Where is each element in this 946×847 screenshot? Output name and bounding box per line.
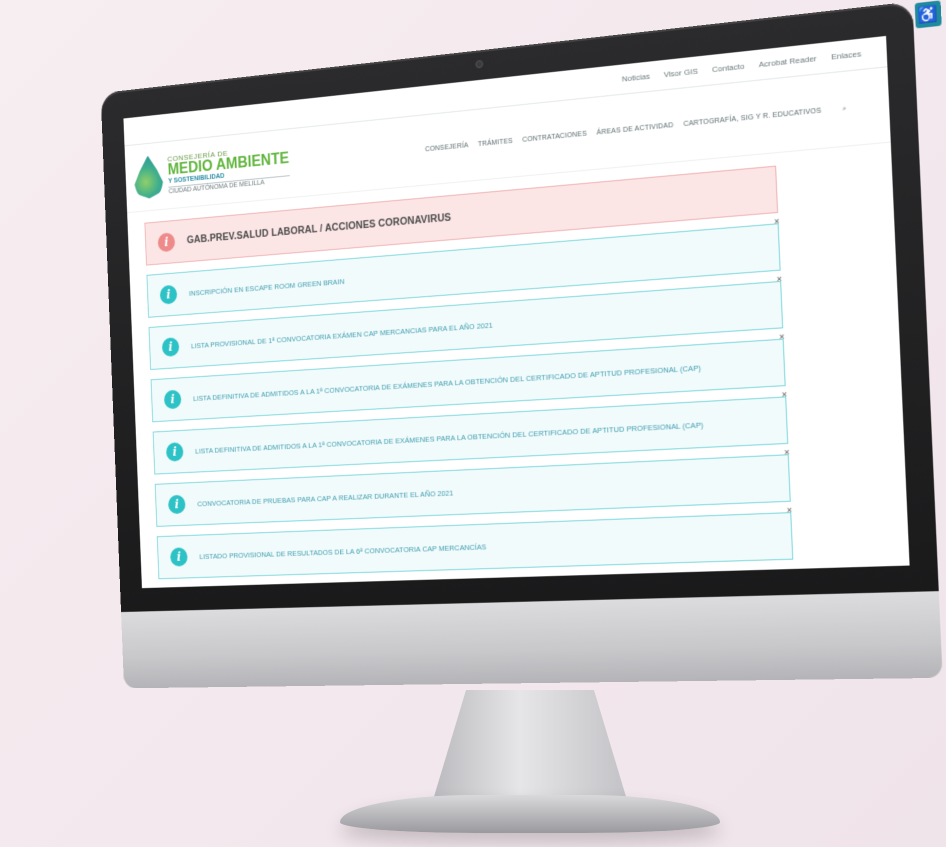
accessibility-icon[interactable]: ♿ (914, 0, 942, 29)
background: Noticias Visor GIS Contacto Acrobat Read… (0, 0, 946, 847)
close-icon[interactable]: × (784, 447, 790, 458)
topbar-link-noticias[interactable]: Noticias (622, 72, 650, 84)
alerts-list: i GAB.PREV.SALUD LABORAL / ACCIONES CORO… (127, 143, 909, 580)
close-icon[interactable]: × (774, 216, 780, 227)
topbar-link-enlaces[interactable]: Enlaces (831, 49, 861, 62)
alert-text[interactable]: INSCRIPCIÓN EN ESCAPE ROOM GREEN BRAIN (189, 277, 345, 298)
alert-text[interactable]: LISTA DEFINITIVA DE ADMITIDOS A LA 1ª CO… (193, 363, 701, 403)
nav-item-contrataciones[interactable]: CONTRATACIONES (522, 130, 587, 144)
camera-icon (475, 59, 484, 69)
alert-text[interactable]: LISTA PROVISIONAL DE 1ª CONVOCATORIA EXÁ… (191, 320, 493, 350)
site-logo[interactable]: CONSEJERÍA DE MEDIO AMBIENTE Y SOSTENIBI… (133, 137, 334, 200)
alert-text[interactable]: LISTADO PROVISIONAL DE RESULTADOS DE LA … (199, 542, 486, 561)
search-icon[interactable]: ⌕ (842, 104, 847, 113)
info-icon: i (167, 494, 186, 515)
info-icon: i (163, 389, 182, 410)
monitor-stand-base (340, 795, 720, 833)
alert-text[interactable]: CONVOCATORIA DE PRUEBAS PARA CAP A REALI… (197, 488, 453, 508)
monitor-stand-neck (430, 690, 630, 810)
close-icon[interactable]: × (776, 274, 782, 285)
topbar-link-visor-gis[interactable]: Visor GIS (664, 67, 699, 80)
close-icon[interactable]: × (779, 331, 785, 342)
monitor-bezel: Noticias Visor GIS Contacto Acrobat Read… (100, 0, 942, 613)
browser-screen: Noticias Visor GIS Contacto Acrobat Read… (123, 35, 910, 589)
nav-item-consejeria[interactable]: CONSEJERÍA (425, 142, 469, 154)
nav-item-cartografia[interactable]: CARTOGRAFÍA, SIG Y R. EDUCATIVOS (683, 107, 821, 129)
alert-text[interactable]: LISTA DEFINITIVA DE ADMITIDOS A LA 1ª CO… (195, 420, 704, 455)
info-icon: i (157, 232, 176, 253)
nav-item-areas[interactable]: ÁREAS DE ACTIVIDAD (596, 122, 673, 138)
nav-item-tramites[interactable]: TRÁMITES (478, 137, 513, 148)
close-icon[interactable]: × (781, 389, 787, 400)
topbar-link-contacto[interactable]: Contacto (712, 62, 745, 75)
alert-text[interactable]: GAB.PREV.SALUD LABORAL / ACCIONES CORONA… (187, 212, 452, 246)
logo-text: CONSEJERÍA DE MEDIO AMBIENTE Y SOSTENIBI… (167, 143, 291, 196)
info-icon: i (161, 337, 180, 358)
monitor: Noticias Visor GIS Contacto Acrobat Read… (100, 0, 943, 689)
close-icon[interactable]: × (787, 505, 793, 516)
info-icon: i (159, 284, 178, 305)
info-icon: i (165, 442, 184, 462)
info-icon: i (170, 547, 188, 567)
imac-mockup: Noticias Visor GIS Contacto Acrobat Read… (0, 0, 946, 847)
leaf-drop-logo-icon (133, 154, 163, 200)
topbar-link-acrobat-reader[interactable]: Acrobat Reader (759, 54, 817, 69)
